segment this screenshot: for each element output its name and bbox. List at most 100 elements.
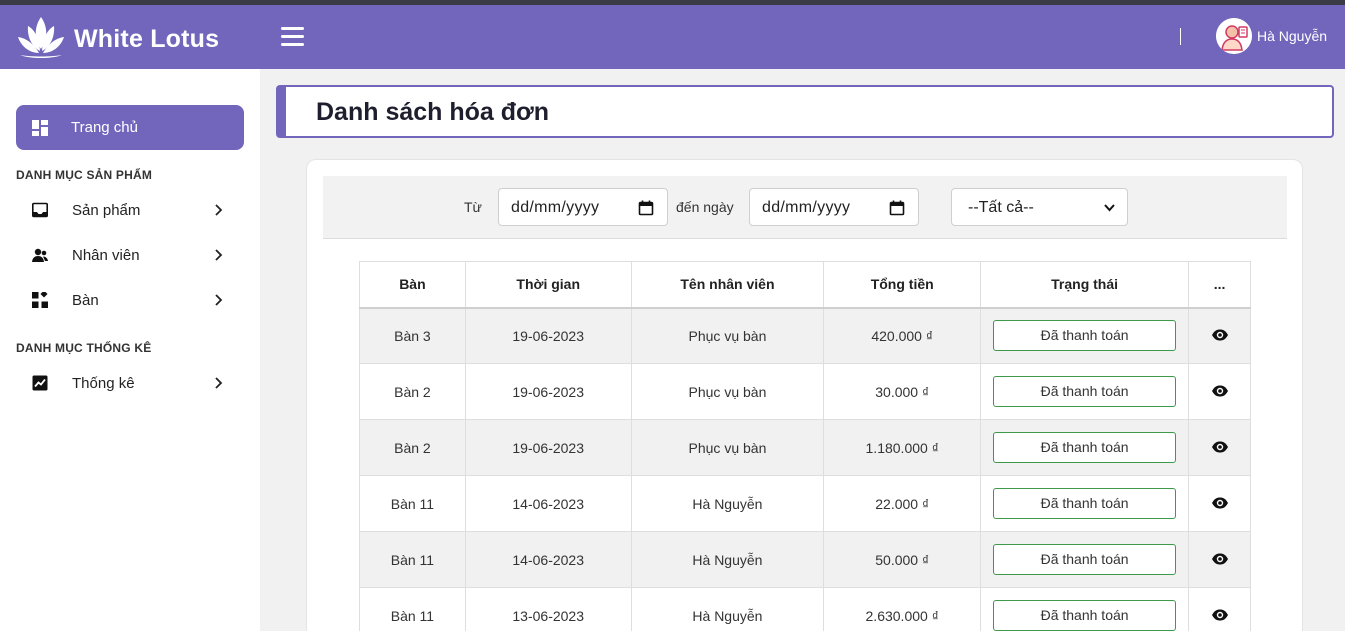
page-title: Danh sách hóa đơn bbox=[316, 98, 550, 126]
brand-name: White Lotus bbox=[74, 25, 220, 53]
eye-icon[interactable] bbox=[1211, 609, 1229, 621]
sidebar-item-tables[interactable]: Bàn bbox=[16, 282, 244, 318]
invoice-table: Bàn Thời gian Tên nhân viên Tổng tiền Tr… bbox=[359, 261, 1251, 631]
cell-table: Bàn 11 bbox=[359, 531, 466, 588]
sidebar-item-label: Thống kê bbox=[72, 374, 135, 392]
cell-total: 22.000 ₫ bbox=[823, 475, 982, 532]
table-row: Bàn 11 14-06-2023 Hà Nguyễn 22.000 ₫ Đã … bbox=[359, 475, 1251, 532]
from-date-value: dd/mm/yyyy bbox=[511, 199, 600, 216]
status-button[interactable]: Đã thanh toán bbox=[993, 544, 1177, 575]
cell-table: Bàn 11 bbox=[359, 475, 466, 532]
to-date-input[interactable]: dd/mm/yyyy bbox=[749, 188, 919, 226]
filter-bar: Từ dd/mm/yyyy đến ngày dd/mm/yyyy --Tất … bbox=[323, 176, 1287, 239]
chart-icon bbox=[32, 375, 48, 391]
column-header-actions: ... bbox=[1188, 261, 1251, 308]
status-button[interactable]: Đã thanh toán bbox=[993, 376, 1177, 407]
section-title-statistics: DANH MỤC THỐNG KÊ bbox=[16, 341, 152, 355]
cell-status: Đã thanh toán bbox=[980, 475, 1190, 532]
cell-actions bbox=[1188, 307, 1251, 364]
section-title-products: DANH MỤC SẢN PHẨM bbox=[16, 168, 153, 182]
chevron-right-icon bbox=[215, 249, 223, 261]
cell-status: Đã thanh toán bbox=[980, 587, 1190, 631]
cell-actions bbox=[1188, 419, 1251, 476]
cell-time: 14-06-2023 bbox=[464, 475, 632, 532]
users-icon bbox=[32, 247, 48, 263]
dashboard-icon bbox=[32, 119, 48, 136]
table-header-row: Bàn Thời gian Tên nhân viên Tổng tiền Tr… bbox=[359, 261, 1251, 308]
column-header-staff: Tên nhân viên bbox=[630, 261, 825, 308]
cell-status: Đã thanh toán bbox=[980, 419, 1190, 476]
grid-icon bbox=[32, 292, 48, 308]
column-header-table: Bàn bbox=[359, 261, 466, 308]
eye-icon[interactable] bbox=[1211, 329, 1229, 341]
sidebar-item-staff[interactable]: Nhân viên bbox=[16, 237, 244, 273]
calendar-icon[interactable] bbox=[889, 200, 905, 216]
sidebar-item-label: Trang chủ bbox=[71, 119, 138, 136]
status-button[interactable]: Đã thanh toán bbox=[993, 432, 1177, 463]
chevron-right-icon bbox=[215, 294, 223, 306]
cell-actions bbox=[1188, 531, 1251, 588]
chevron-down-icon bbox=[1104, 204, 1115, 212]
avatar-icon bbox=[1216, 18, 1252, 54]
eye-icon[interactable] bbox=[1211, 441, 1229, 453]
column-header-total: Tổng tiền bbox=[823, 261, 982, 308]
user-name: Hà Nguyễn bbox=[1257, 28, 1328, 44]
eye-icon[interactable] bbox=[1211, 497, 1229, 509]
table-row: Bàn 2 19-06-2023 Phục vụ bàn 30.000 ₫ Đã… bbox=[359, 363, 1251, 420]
cell-actions bbox=[1188, 475, 1251, 532]
chevron-right-icon bbox=[215, 204, 223, 216]
from-label: Từ bbox=[464, 199, 482, 215]
cell-staff: Hà Nguyễn bbox=[630, 531, 825, 588]
eye-icon[interactable] bbox=[1211, 385, 1229, 397]
cell-total: 50.000 ₫ bbox=[823, 531, 982, 588]
app-header: White Lotus Hà Nguyễn bbox=[0, 5, 1345, 69]
cell-total: 420.000 ₫ bbox=[823, 307, 982, 364]
to-date-value: dd/mm/yyyy bbox=[762, 199, 851, 216]
status-button[interactable]: Đã thanh toán bbox=[993, 600, 1177, 631]
sidebar-item-products[interactable]: Sản phẩm bbox=[16, 192, 244, 228]
sidebar-item-label: Nhân viên bbox=[72, 246, 140, 264]
brand[interactable]: White Lotus bbox=[16, 13, 219, 66]
user-menu[interactable]: Hà Nguyễn bbox=[1216, 18, 1327, 54]
cell-status: Đã thanh toán bbox=[980, 531, 1190, 588]
cell-time: 19-06-2023 bbox=[464, 363, 632, 420]
table-row: Bàn 3 19-06-2023 Phục vụ bàn 420.000 ₫ Đ… bbox=[359, 307, 1251, 364]
to-label: đến ngày bbox=[676, 199, 734, 215]
cell-status: Đã thanh toán bbox=[980, 363, 1190, 420]
cell-total: 2.630.000 ₫ bbox=[823, 587, 982, 631]
cell-staff: Phục vụ bàn bbox=[630, 363, 825, 420]
cell-total: 1.180.000 ₫ bbox=[823, 419, 982, 476]
cell-actions bbox=[1188, 587, 1251, 631]
calendar-icon[interactable] bbox=[638, 200, 654, 216]
cell-staff: Phục vụ bàn bbox=[630, 419, 825, 476]
cell-staff: Hà Nguyễn bbox=[630, 475, 825, 532]
chevron-right-icon bbox=[215, 377, 223, 389]
cell-time: 19-06-2023 bbox=[464, 307, 632, 364]
status-filter-select[interactable]: --Tất cả-- bbox=[951, 188, 1128, 226]
hamburger-menu-icon[interactable] bbox=[281, 27, 304, 46]
sidebar-item-statistics[interactable]: Thống kê bbox=[16, 365, 244, 401]
sidebar-item-label: Sản phẩm bbox=[72, 201, 141, 219]
from-date-input[interactable]: dd/mm/yyyy bbox=[498, 188, 668, 226]
cell-actions bbox=[1188, 363, 1251, 420]
column-header-time: Thời gian bbox=[464, 261, 632, 308]
table-row: Bàn 2 19-06-2023 Phục vụ bàn 1.180.000 ₫… bbox=[359, 419, 1251, 476]
inbox-icon bbox=[32, 202, 48, 218]
status-button[interactable]: Đã thanh toán bbox=[993, 320, 1177, 352]
eye-icon[interactable] bbox=[1211, 553, 1229, 565]
page-title-box: Danh sách hóa đơn bbox=[276, 85, 1334, 138]
sidebar-item-home[interactable]: Trang chủ bbox=[16, 105, 244, 150]
cell-status: Đã thanh toán bbox=[980, 307, 1190, 364]
invoice-card: Từ dd/mm/yyyy đến ngày dd/mm/yyyy --Tất … bbox=[306, 159, 1303, 631]
cell-staff: Hà Nguyễn bbox=[630, 587, 825, 631]
table-row: Bàn 11 13-06-2023 Hà Nguyễn 2.630.000 ₫ … bbox=[359, 587, 1251, 631]
cell-table: Bàn 11 bbox=[359, 587, 466, 631]
cell-table: Bàn 2 bbox=[359, 363, 466, 420]
cell-time: 13-06-2023 bbox=[464, 587, 632, 631]
table-row: Bàn 11 14-06-2023 Hà Nguyễn 50.000 ₫ Đã … bbox=[359, 531, 1251, 588]
cell-time: 19-06-2023 bbox=[464, 419, 632, 476]
header-divider bbox=[1180, 28, 1181, 45]
status-button[interactable]: Đã thanh toán bbox=[993, 488, 1177, 519]
cell-total: 30.000 ₫ bbox=[823, 363, 982, 420]
cell-time: 14-06-2023 bbox=[464, 531, 632, 588]
